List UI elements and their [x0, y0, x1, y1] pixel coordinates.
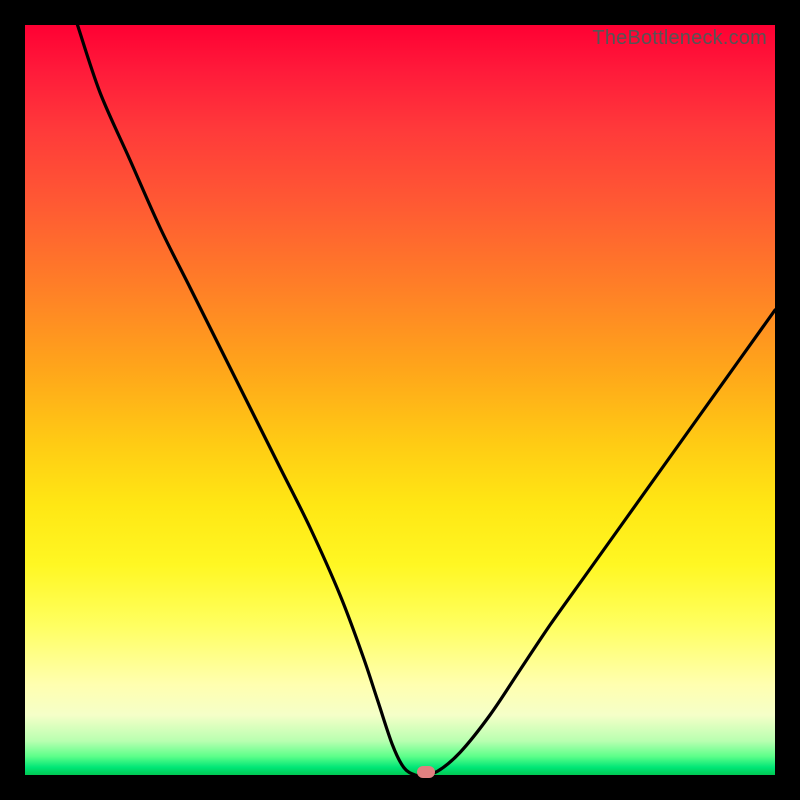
curve-path — [78, 25, 776, 775]
optimal-point-marker — [417, 766, 435, 778]
chart-frame: TheBottleneck.com — [0, 0, 800, 800]
bottleneck-curve — [25, 25, 775, 775]
plot-area: TheBottleneck.com — [25, 25, 775, 775]
